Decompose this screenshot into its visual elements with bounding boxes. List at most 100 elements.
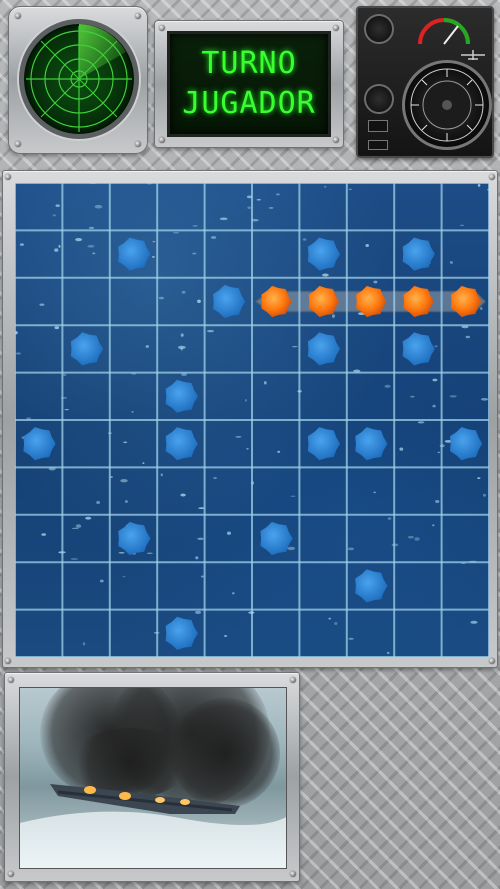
board-cell[interactable] [157,325,204,372]
screw-icon [135,13,141,19]
board-cell[interactable] [394,562,441,609]
board-cell[interactable] [205,562,252,609]
board-cell[interactable] [15,562,62,609]
board-cell[interactable] [62,183,109,230]
board-cell[interactable] [394,610,441,657]
board-frame [2,170,498,668]
board-cell[interactable] [62,515,109,562]
board-cell[interactable] [252,420,299,467]
gauge-icon [364,84,394,114]
board-cell[interactable] [15,515,62,562]
board-cell[interactable] [110,183,157,230]
board-cell[interactable] [15,467,62,514]
board-cell[interactable] [252,373,299,420]
board-cell[interactable] [157,562,204,609]
board-cell[interactable] [15,183,62,230]
board-cell[interactable] [62,230,109,277]
switch-icon [368,120,388,132]
board-cell[interactable] [110,562,157,609]
plane-icon [461,50,485,60]
board-cell[interactable] [157,467,204,514]
board-cell[interactable] [110,610,157,657]
screw-icon [333,137,339,143]
board-cell[interactable] [347,467,394,514]
board-cell[interactable] [110,278,157,325]
board-cell[interactable] [157,515,204,562]
board-cell[interactable] [62,610,109,657]
board-cell[interactable] [394,515,441,562]
board-cell[interactable] [110,325,157,372]
board-cell[interactable] [442,183,489,230]
board-cell[interactable] [110,420,157,467]
video-frame [4,672,300,882]
board-cell[interactable] [205,325,252,372]
dial-gauge-icon [418,18,470,45]
board-cell[interactable] [205,230,252,277]
board-cell[interactable] [442,515,489,562]
board-cell[interactable] [252,325,299,372]
board-cell[interactable] [347,515,394,562]
board-cell[interactable] [347,373,394,420]
board-cell[interactable] [299,467,346,514]
board-cell[interactable] [15,278,62,325]
turn-screen: TURNO JUGADOR [167,31,331,137]
board-cell[interactable] [442,562,489,609]
board-cell[interactable] [205,373,252,420]
board-cell[interactable] [394,373,441,420]
board-cell[interactable] [347,183,394,230]
board-cell[interactable] [205,183,252,230]
turn-player-label: JUGADOR [182,86,316,121]
board-cell[interactable] [299,610,346,657]
screw-icon [8,871,14,877]
board-cell[interactable] [205,467,252,514]
board-cell[interactable] [205,610,252,657]
board-cell[interactable] [252,467,299,514]
board-cell[interactable] [299,515,346,562]
screw-icon [15,13,21,19]
board-cell[interactable] [62,278,109,325]
board-cell[interactable] [110,373,157,420]
screw-icon [8,677,14,683]
board-cell[interactable] [442,230,489,277]
board-cell[interactable] [62,420,109,467]
board-cell[interactable] [442,610,489,657]
board-cell[interactable] [62,373,109,420]
board-cell[interactable] [110,467,157,514]
screw-icon [489,174,495,180]
board-cell[interactable] [442,373,489,420]
screw-icon [15,141,21,147]
board-cell[interactable] [299,373,346,420]
board-cell[interactable] [442,467,489,514]
board-cell[interactable] [15,373,62,420]
board-cell[interactable] [347,325,394,372]
board-cell[interactable] [252,562,299,609]
board-cell[interactable] [252,230,299,277]
board-cell[interactable] [205,515,252,562]
board-cell[interactable] [157,230,204,277]
board-cell[interactable] [442,325,489,372]
board-cell[interactable] [252,183,299,230]
board-cell[interactable] [62,467,109,514]
screw-icon [5,174,11,180]
board-cell[interactable] [299,562,346,609]
screw-icon [159,25,165,31]
board-cell[interactable] [15,325,62,372]
screw-icon [333,25,339,31]
screw-icon [159,137,165,143]
board-cell[interactable] [299,183,346,230]
game-board[interactable] [15,183,489,657]
board-grid[interactable] [15,183,489,657]
board-cell[interactable] [62,562,109,609]
board-cell[interactable] [394,467,441,514]
burning-ship-icon [20,784,286,868]
board-cell[interactable] [252,610,299,657]
board-cell[interactable] [15,610,62,657]
board-cell[interactable] [205,420,252,467]
board-cell[interactable] [157,183,204,230]
board-cell[interactable] [394,183,441,230]
board-cell[interactable] [347,610,394,657]
board-cell[interactable] [394,420,441,467]
board-cell[interactable] [347,230,394,277]
board-cell[interactable] [157,278,204,325]
board-cell[interactable] [15,230,62,277]
